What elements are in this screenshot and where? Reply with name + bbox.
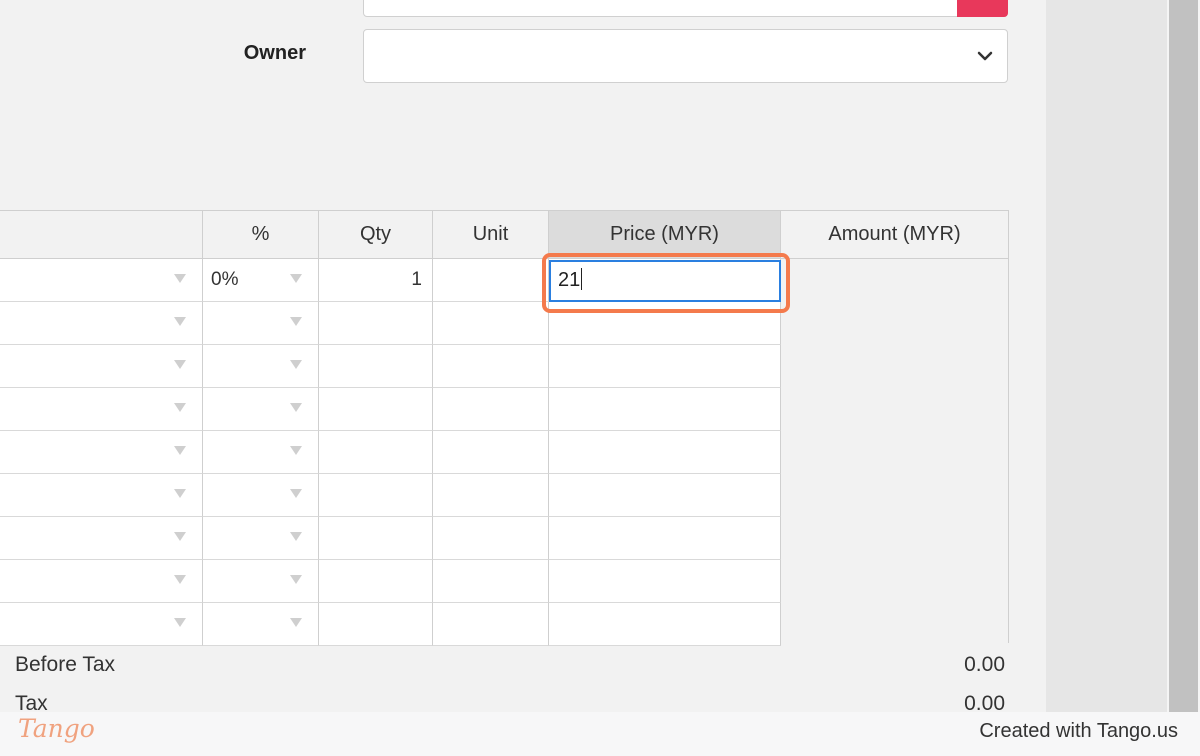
chevron-down-icon — [977, 51, 993, 61]
item-cell[interactable] — [0, 560, 203, 603]
dropdown-arrow-icon[interactable] — [174, 274, 186, 283]
dropdown-arrow-icon[interactable] — [174, 618, 186, 627]
column-header-unit: Unit — [433, 211, 549, 259]
qty-cell[interactable] — [319, 345, 433, 388]
right-side-panel — [1046, 0, 1167, 712]
unit-cell[interactable] — [433, 431, 549, 474]
item-cell[interactable] — [0, 302, 203, 345]
qty-cell[interactable]: 1 — [319, 259, 433, 302]
item-cell[interactable] — [0, 345, 203, 388]
qty-cell[interactable] — [319, 603, 433, 646]
discount-cell[interactable] — [203, 560, 319, 603]
unit-cell[interactable] — [433, 388, 549, 431]
discount-cell[interactable] — [203, 345, 319, 388]
dropdown-arrow-icon[interactable] — [174, 489, 186, 498]
created-with-text: Created with Tango.us — [979, 720, 1178, 742]
scrollbar-thumb[interactable] — [1169, 0, 1198, 712]
before-tax-value: 0.00 — [964, 653, 1005, 676]
dropdown-arrow-icon[interactable] — [290, 489, 302, 498]
price-cell[interactable] — [549, 560, 781, 603]
dropdown-arrow-icon[interactable] — [290, 360, 302, 369]
footer-bar: Tango Created with Tango.us — [0, 712, 1200, 756]
price-cell[interactable] — [549, 431, 781, 474]
owner-label: Owner — [243, 42, 306, 64]
unit-cell[interactable] — [433, 603, 549, 646]
dropdown-arrow-icon[interactable] — [290, 575, 302, 584]
qty-cell[interactable] — [319, 474, 433, 517]
dropdown-arrow-icon[interactable] — [174, 317, 186, 326]
dropdown-arrow-icon[interactable] — [174, 360, 186, 369]
discount-cell[interactable] — [203, 474, 319, 517]
qty-cell[interactable] — [319, 302, 433, 345]
unit-cell[interactable] — [433, 345, 549, 388]
dropdown-arrow-icon[interactable] — [290, 403, 302, 412]
before-tax-label: Before Tax — [15, 653, 116, 676]
item-cell[interactable] — [0, 603, 203, 646]
price-cell[interactable] — [549, 388, 781, 431]
column-header-amount: Amount (MYR) — [781, 211, 1008, 259]
qty-cell-value: 1 — [411, 269, 422, 290]
item-cell[interactable] — [0, 474, 203, 517]
item-cell[interactable] — [0, 259, 203, 302]
item-cell[interactable] — [0, 388, 203, 431]
dropdown-arrow-icon[interactable] — [290, 446, 302, 455]
discount-cell[interactable] — [203, 603, 319, 646]
unit-cell[interactable] — [433, 259, 549, 302]
line-items-table: % Qty Unit Price (MYR) Amount (MYR) 0% 1 — [0, 210, 1009, 646]
qty-cell[interactable] — [319, 560, 433, 603]
discount-cell[interactable]: 0% — [203, 259, 319, 302]
item-cell[interactable] — [0, 517, 203, 560]
dropdown-arrow-icon[interactable] — [290, 618, 302, 627]
discount-cell[interactable] — [203, 517, 319, 560]
dropdown-arrow-icon[interactable] — [174, 446, 186, 455]
column-header-item — [0, 211, 203, 259]
owner-select[interactable] — [363, 29, 1008, 83]
discount-cell[interactable] — [203, 302, 319, 345]
price-cell[interactable] — [549, 474, 781, 517]
unit-cell[interactable] — [433, 560, 549, 603]
column-header-discount: % — [203, 211, 319, 259]
discount-cell-value: 0% — [211, 269, 239, 290]
unit-cell[interactable] — [433, 517, 549, 560]
step-highlight — [542, 253, 790, 313]
top-field-action-button[interactable] — [957, 0, 1008, 17]
tango-logo: Tango — [18, 714, 95, 743]
dropdown-arrow-icon[interactable] — [290, 317, 302, 326]
top-field-input[interactable] — [363, 0, 1008, 17]
unit-cell[interactable] — [433, 474, 549, 517]
qty-cell[interactable] — [319, 431, 433, 474]
qty-cell[interactable] — [319, 517, 433, 560]
item-cell[interactable] — [0, 431, 203, 474]
dropdown-arrow-icon[interactable] — [174, 532, 186, 541]
qty-cell[interactable] — [319, 388, 433, 431]
discount-cell[interactable] — [203, 388, 319, 431]
dropdown-arrow-icon[interactable] — [290, 274, 302, 283]
amount-column — [781, 259, 1008, 643]
price-cell[interactable] — [549, 603, 781, 646]
dropdown-arrow-icon[interactable] — [290, 532, 302, 541]
dropdown-arrow-icon[interactable] — [174, 575, 186, 584]
price-cell[interactable] — [549, 517, 781, 560]
price-cell[interactable] — [549, 345, 781, 388]
dropdown-arrow-icon[interactable] — [174, 403, 186, 412]
column-header-qty: Qty — [319, 211, 433, 259]
discount-cell[interactable] — [203, 431, 319, 474]
column-header-price: Price (MYR) — [549, 211, 781, 259]
unit-cell[interactable] — [433, 302, 549, 345]
